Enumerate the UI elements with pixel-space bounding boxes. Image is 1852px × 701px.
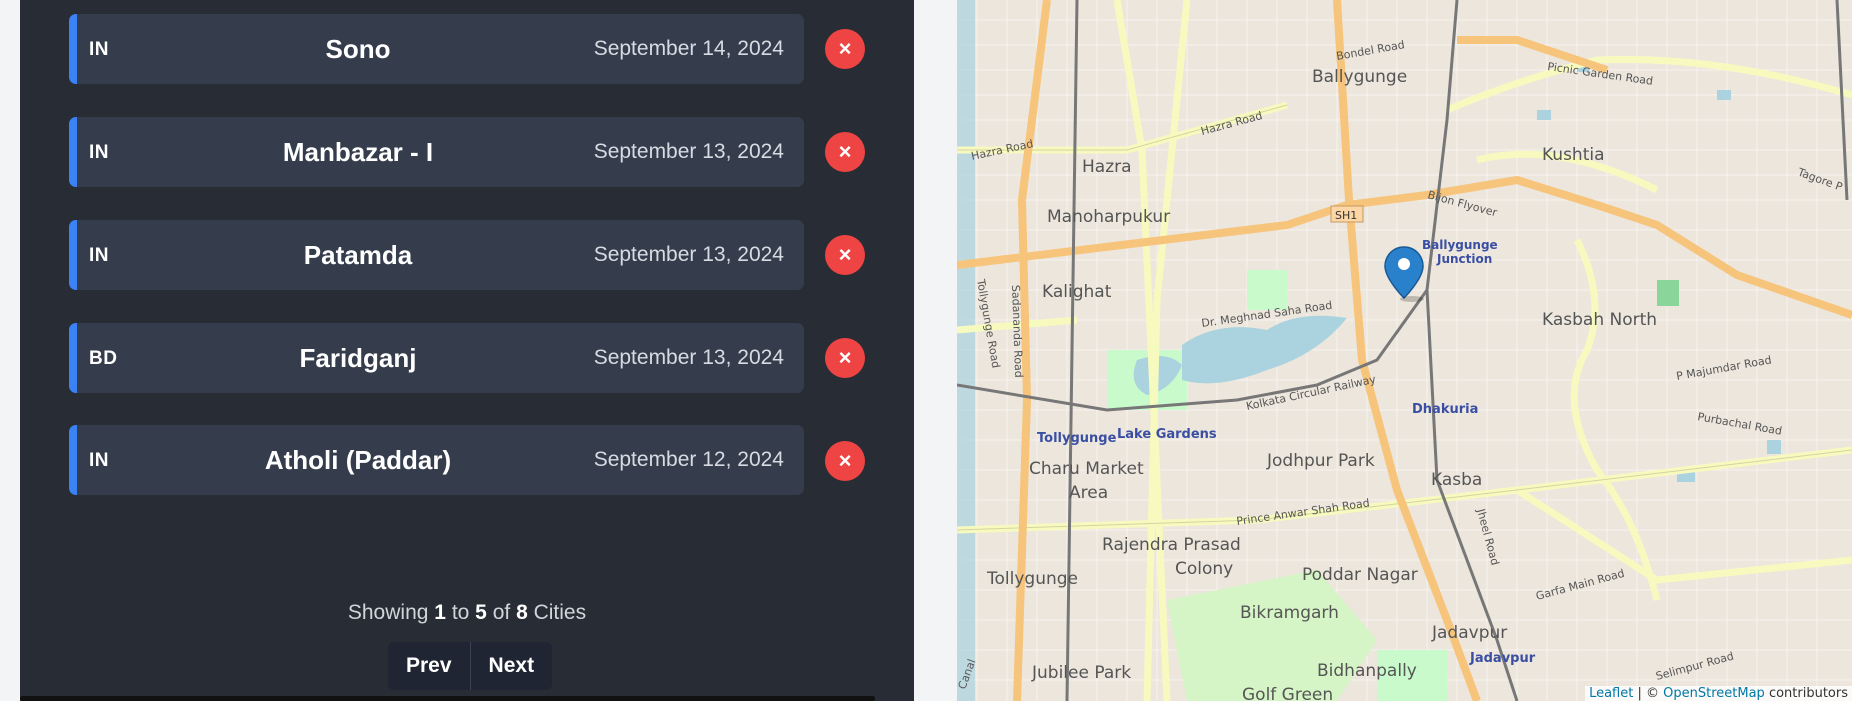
city-name: Atholi (Paddar): [264, 445, 452, 475]
city-name: Manbazar - I: [282, 137, 434, 167]
svg-text:Rajendra Prasad: Rajendra Prasad: [1102, 535, 1241, 555]
delete-button[interactable]: ×: [825, 441, 865, 481]
page: IN Sono September 14, 2024 × IN Manbazar…: [0, 0, 1852, 701]
svg-text:Ballygunge: Ballygunge: [1422, 238, 1498, 252]
city-card-1[interactable]: IN Manbazar - I September 13, 2024: [69, 117, 804, 187]
svg-text:Kasbah North: Kasbah North: [1542, 310, 1657, 330]
svg-text:Kushtia: Kushtia: [1542, 145, 1605, 165]
delete-button[interactable]: ×: [825, 338, 865, 378]
city-date: September 14, 2024: [593, 37, 784, 60]
svg-text:Ballygunge: Ballygunge: [1312, 67, 1407, 87]
delete-button[interactable]: ×: [825, 29, 865, 69]
svg-text:Colony: Colony: [1175, 559, 1233, 579]
svg-text:Kalighat: Kalighat: [1042, 282, 1112, 302]
city-card-4[interactable]: IN Atholi (Paddar) September 12, 2024: [69, 425, 804, 495]
osm-link[interactable]: OpenStreetMap: [1663, 686, 1765, 701]
city-date: September 13, 2024: [593, 346, 784, 369]
map[interactable]: Ballygunge Bondel Road Picnic Garden Roa…: [957, 0, 1852, 701]
svg-text:Golf Green: Golf Green: [1242, 685, 1333, 701]
pagination-controls: Prev Next: [388, 642, 553, 690]
map-attribution: Leaflet | © OpenStreetMap contributors: [1585, 686, 1852, 701]
pagination-summary: Showing 1 to 5 of 8 Cities: [20, 601, 914, 625]
prev-button[interactable]: Prev: [388, 642, 470, 690]
attribution-suffix: contributors: [1768, 686, 1848, 701]
leaflet-link[interactable]: Leaflet: [1589, 686, 1633, 701]
city-card-3[interactable]: BD Faridganj September 13, 2024: [69, 323, 804, 393]
svg-text:Jadavpur: Jadavpur: [1469, 651, 1536, 666]
city-name: Sono: [325, 34, 391, 64]
showing-prefix: Showing: [347, 601, 429, 624]
to-word: to: [451, 601, 470, 624]
svg-text:Tollygunge: Tollygunge: [1037, 431, 1117, 446]
range-from: 1: [434, 601, 446, 624]
city-name: Patamda: [303, 240, 413, 270]
delete-button[interactable]: ×: [825, 132, 865, 172]
svg-text:Dhakuria: Dhakuria: [1412, 402, 1478, 417]
city-date: September 13, 2024: [593, 243, 784, 266]
unit-label: Cities: [533, 601, 587, 624]
svg-text:Junction: Junction: [1436, 252, 1492, 266]
svg-text:Hazra: Hazra: [1082, 157, 1132, 177]
horizontal-scrollbar[interactable]: [20, 696, 875, 701]
attribution-separator: | ©: [1637, 686, 1659, 701]
city-name: Faridganj: [299, 343, 417, 373]
total-count: 8: [516, 601, 528, 624]
svg-text:Jubilee Park: Jubilee Park: [1031, 663, 1131, 683]
delete-button[interactable]: ×: [825, 235, 865, 275]
svg-text:Bidhanpally: Bidhanpally: [1317, 661, 1417, 681]
map-tiles[interactable]: Ballygunge Bondel Road Picnic Garden Roa…: [957, 0, 1852, 701]
svg-text:Jadavpur: Jadavpur: [1431, 623, 1507, 643]
svg-text:Jodhpur Park: Jodhpur Park: [1266, 451, 1375, 471]
range-to: 5: [475, 601, 487, 624]
svg-text:Kasba: Kasba: [1431, 470, 1482, 490]
city-date: September 13, 2024: [593, 140, 784, 163]
svg-text:Manoharpukur: Manoharpukur: [1047, 207, 1170, 227]
svg-text:Poddar Nagar: Poddar Nagar: [1302, 565, 1418, 585]
svg-text:Charu Market: Charu Market: [1029, 459, 1144, 479]
svg-text:Lake Gardens: Lake Gardens: [1117, 427, 1217, 442]
city-date: September 12, 2024: [593, 448, 784, 471]
city-card-2[interactable]: IN Patamda September 13, 2024: [69, 220, 804, 290]
svg-text:Tollygunge: Tollygunge: [986, 569, 1078, 589]
svg-text:SH1: SH1: [1335, 209, 1357, 222]
svg-text:Bikramgarh: Bikramgarh: [1240, 603, 1339, 623]
city-card-0[interactable]: IN Sono September 14, 2024: [69, 14, 804, 84]
of-word: of: [492, 601, 511, 624]
next-button[interactable]: Next: [469, 642, 553, 690]
svg-text:Area: Area: [1069, 483, 1108, 503]
city-list-panel: IN Sono September 14, 2024 × IN Manbazar…: [20, 0, 914, 701]
